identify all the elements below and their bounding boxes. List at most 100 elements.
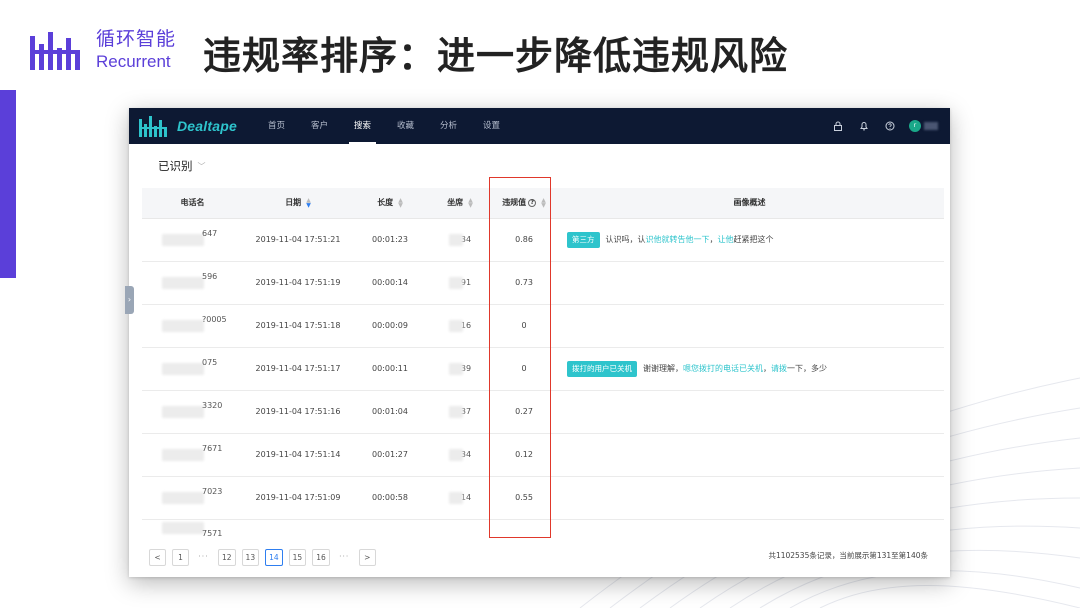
cell-date: 2019-11-04 17:51:18: [243, 304, 353, 348]
slide-title: 违规率排序：进一步降低违规风险: [203, 34, 789, 78]
page-button[interactable]: 13: [241, 549, 260, 566]
avatar[interactable]: r: [909, 120, 921, 132]
page-button[interactable]: 16: [312, 549, 330, 566]
table-row[interactable]: ?0005 2019-11-04 17:51:18 00:00:09 16 0: [142, 304, 944, 348]
masked-seat: [448, 319, 463, 332]
calls-table: 电话名 日期 ▲ ▼ 长度 ▲ ▼ 坐席 ▲ ▼ 违规值? ▲ ▼ 画像概述 647 2019-1…: [142, 188, 944, 547]
cell-profile-summary: [555, 304, 944, 348]
section-header[interactable]: 已识别 ﹀: [142, 144, 944, 188]
summary-text: 嗯您拨打的电话已关机: [683, 363, 763, 373]
cell-phone-name[interactable]: 647: [142, 218, 243, 262]
cell-seat: 34: [427, 433, 493, 477]
cell-date: 2019-11-04 17:51:21: [243, 218, 353, 262]
profile-tag[interactable]: 拨打的用户已关机: [567, 360, 637, 377]
cell-date: 2019-11-04 17:51:16: [243, 390, 353, 434]
prev-page-button[interactable]: <: [149, 549, 166, 566]
cell-violation-score: 0: [493, 347, 555, 391]
table-row[interactable]: 3320 2019-11-04 17:51:16 00:01:04 37 0.27: [142, 390, 944, 434]
question-icon: ?: [528, 198, 537, 207]
table-row[interactable]: 7571: [142, 519, 944, 547]
table-row[interactable]: 7671 2019-11-04 17:51:14 00:01:27 34 0.12: [142, 433, 944, 477]
masked-phone: [162, 276, 204, 289]
cell-seat: 39: [427, 347, 493, 391]
cell-profile-summary: [555, 519, 944, 547]
cell-date: 2019-11-04 17:51:17: [243, 347, 353, 391]
nav-home[interactable]: 首页: [255, 108, 298, 144]
cell-duration: 00:00:11: [353, 347, 427, 391]
nav-customers[interactable]: 客户: [298, 108, 341, 144]
cell-duration: 00:00:09: [353, 304, 427, 348]
summary-text: 谢谢理解，: [643, 363, 683, 373]
cell-date: 2019-11-04 17:51:14: [243, 433, 353, 477]
table-row[interactable]: 647 2019-11-04 17:51:21 00:01:23 34 0.86 第三方认…: [142, 218, 944, 262]
summary-text: 赶紧把这个: [733, 234, 774, 244]
phone-tail: 7571: [202, 529, 223, 538]
cell-phone-name[interactable]: 7023: [142, 476, 243, 520]
nav-favorites[interactable]: 收藏: [384, 108, 427, 144]
phone-tail: 647: [202, 229, 218, 238]
masked-seat: [448, 405, 463, 418]
cell-date: 2019-11-04 17:51:19: [243, 261, 353, 305]
phone-tail: 075: [202, 358, 218, 367]
page-button[interactable]: 15: [288, 549, 307, 566]
app-logo-text: Dealtape: [177, 118, 237, 134]
masked-phone: [162, 362, 204, 375]
phone-tail: 596: [202, 272, 218, 281]
section-title: 已识别: [158, 159, 193, 173]
masked-seat: [448, 362, 463, 375]
pagination-info: 共1102535条记录，当前展示第131至第140条: [768, 551, 928, 560]
cell-phone-name[interactable]: 7571: [142, 519, 243, 547]
page-button-current[interactable]: 14: [265, 549, 283, 566]
nav-settings[interactable]: 设置: [470, 108, 513, 144]
cell-violation-score: 0.73: [493, 261, 555, 305]
help-icon[interactable]: [877, 121, 903, 131]
cell-profile-summary: [555, 261, 944, 305]
masked-phone: [162, 448, 204, 461]
col-violation-score[interactable]: 违规值? ▲ ▼: [493, 188, 555, 219]
app-logo[interactable]: Dealtape: [139, 115, 237, 137]
lock-icon[interactable]: [825, 121, 851, 131]
bell-icon[interactable]: [851, 121, 877, 131]
next-page-button[interactable]: >: [358, 549, 376, 566]
sort-icon: ▲ ▼: [468, 196, 473, 209]
sort-icon: ▲ ▼: [306, 196, 311, 209]
summary-text: 请拨: [771, 363, 787, 373]
cell-profile-summary: [555, 433, 944, 477]
cell-duration: 00:00:14: [353, 261, 427, 305]
page-ellipsis[interactable]: ···: [195, 549, 212, 566]
cell-phone-name[interactable]: 075: [142, 347, 243, 391]
table-body: 647 2019-11-04 17:51:21 00:01:23 34 0.86 第三方认…: [142, 218, 944, 547]
cell-phone-name[interactable]: 596: [142, 261, 243, 305]
top-navbar: Dealtape 首页 客户 搜索 收藏 分析 设置 r: [129, 108, 950, 144]
cell-date: [243, 519, 353, 547]
table-row[interactable]: 075 2019-11-04 17:51:17 00:00:11 39 0 拨打的用户已关…: [142, 347, 944, 391]
col-duration[interactable]: 长度 ▲ ▼: [353, 188, 427, 219]
cell-violation-score: 0.86: [493, 218, 555, 262]
cell-seat: 34: [427, 218, 493, 262]
profile-tag[interactable]: 第三方: [567, 231, 600, 248]
masked-seat: [448, 233, 463, 246]
masked-phone: [162, 521, 204, 534]
cell-phone-name[interactable]: ?0005: [142, 304, 243, 348]
nav-search[interactable]: 搜索: [341, 108, 384, 144]
table-row[interactable]: 596 2019-11-04 17:51:19 00:00:14 91 0.73: [142, 261, 944, 305]
nav-analysis[interactable]: 分析: [427, 108, 470, 144]
cell-profile-summary: 第三方 认识吗，认识他就转告他一下，让他赶紧把这个: [555, 218, 944, 262]
col-seat[interactable]: 坐席 ▲ ▼: [427, 188, 493, 219]
page-button[interactable]: 1: [172, 549, 189, 566]
page-ellipsis[interactable]: ···: [335, 549, 353, 566]
cell-phone-name[interactable]: 7671: [142, 433, 243, 477]
dealtape-logo-icon: [139, 116, 167, 137]
cell-duration: 00:00:58: [353, 476, 427, 520]
page-button[interactable]: 12: [218, 549, 236, 566]
cell-violation-score: [493, 519, 555, 547]
cell-phone-name[interactable]: 3320: [142, 390, 243, 434]
table-row[interactable]: 7023 2019-11-04 17:51:09 00:00:58 14 0.55: [142, 476, 944, 520]
phone-tail: ?0005: [202, 315, 227, 324]
collapse-handle[interactable]: ›: [125, 286, 134, 314]
phone-tail: 3320: [202, 401, 223, 410]
brand-logo: 循环智能 Recurrent: [30, 30, 176, 70]
table-header-row: 电话名 日期 ▲ ▼ 长度 ▲ ▼ 坐席 ▲ ▼ 违规值? ▲ ▼ 画像概述: [142, 188, 944, 219]
col-date[interactable]: 日期 ▲ ▼: [243, 188, 353, 219]
masked-phone: [162, 405, 204, 418]
